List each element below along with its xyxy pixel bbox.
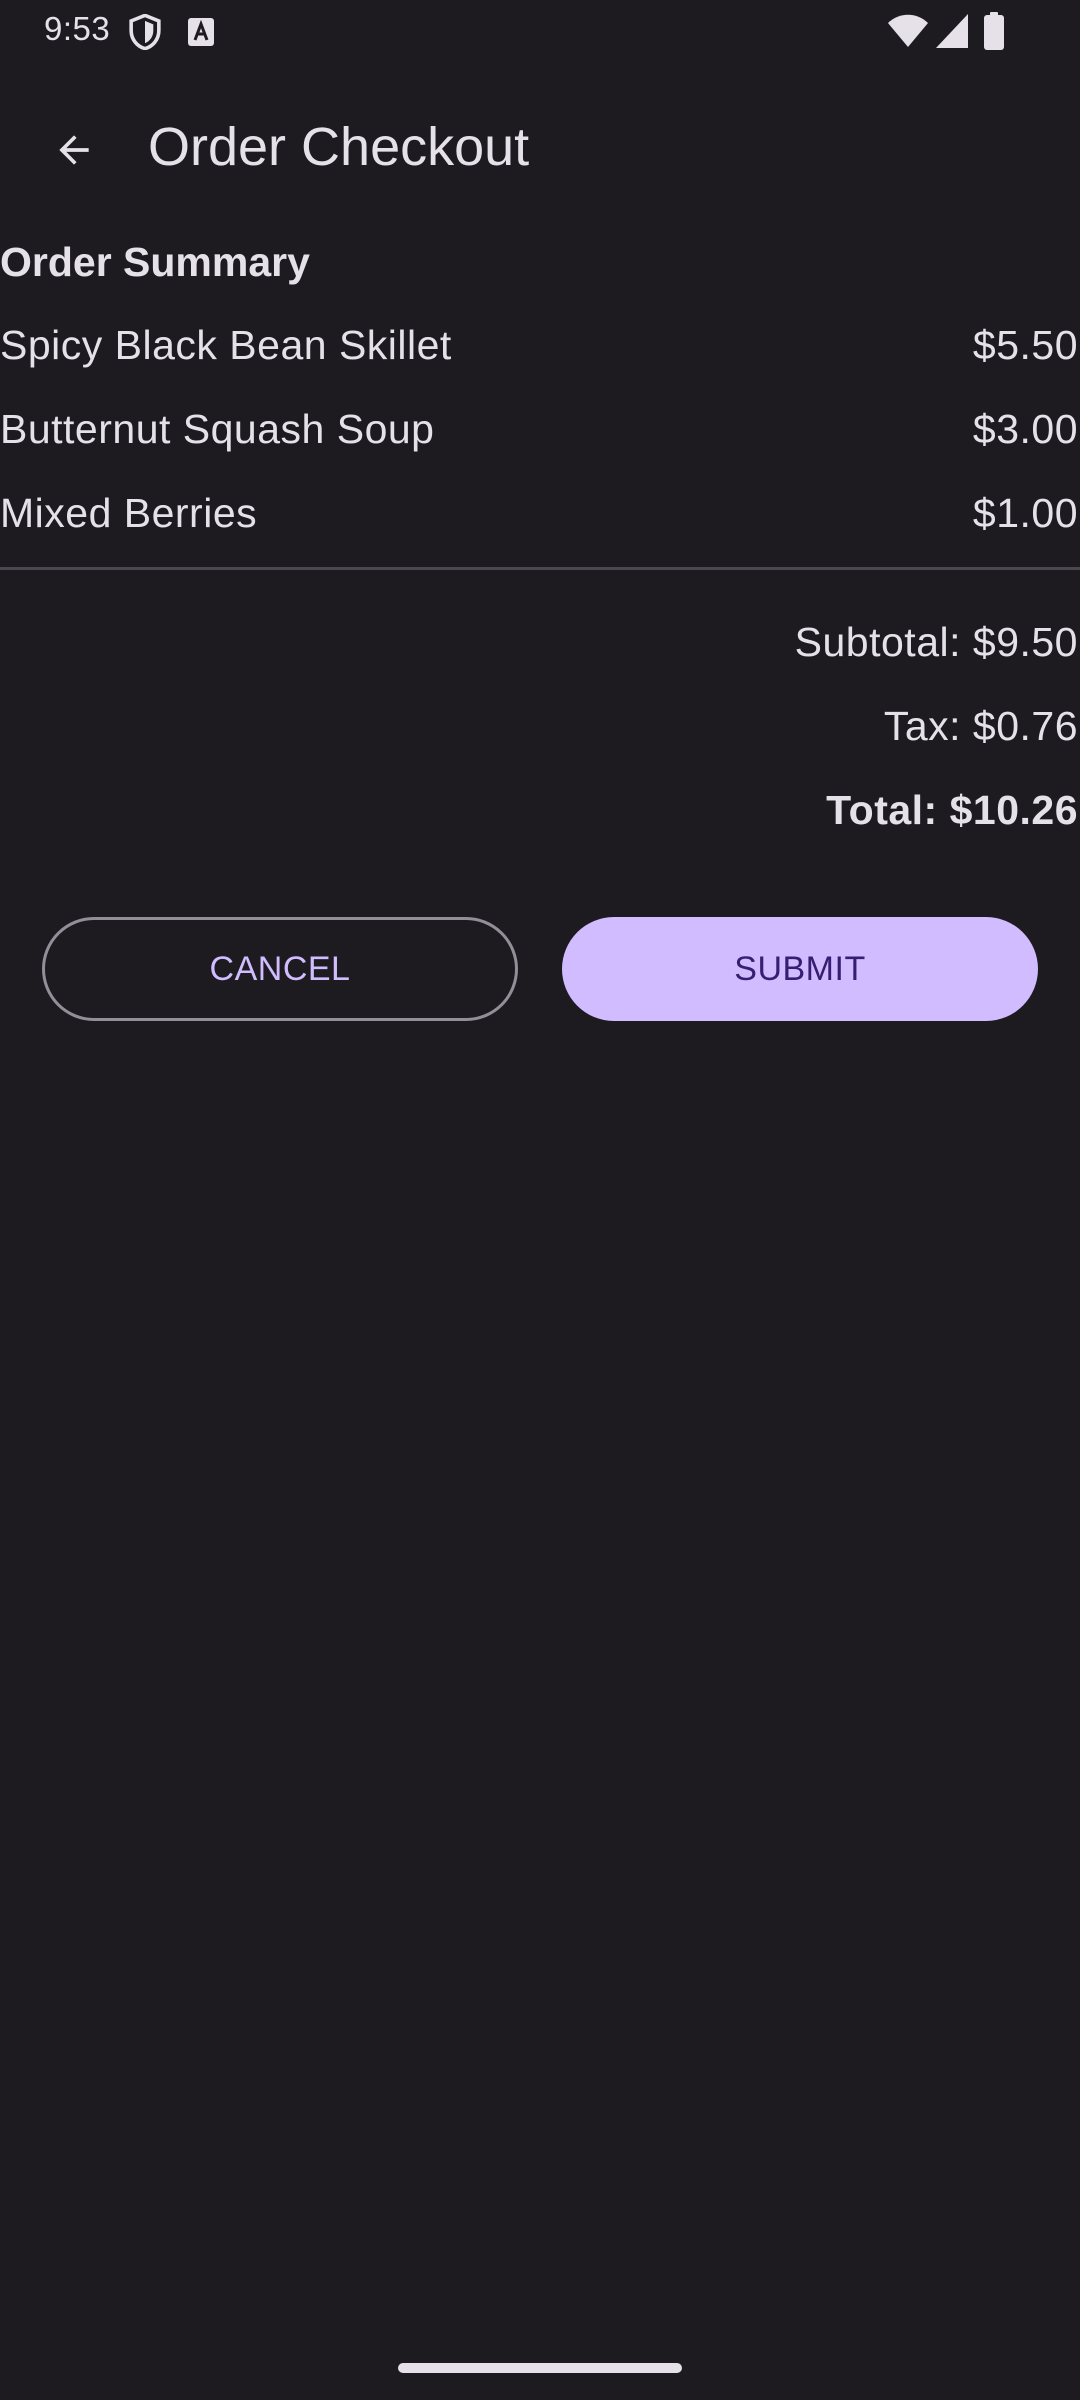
shield-icon [129,14,161,50]
battery-icon [984,12,1004,50]
order-item: Mixed Berries $1.00 [0,482,1080,544]
top-app-bar: Order Checkout [0,62,1080,230]
submit-button[interactable]: SUBMIT [562,917,1038,1021]
order-item-price: $3.00 [972,406,1078,452]
signal-icon [936,14,968,48]
divider [0,567,1080,570]
page-title: Order Checkout [148,117,530,177]
tax-text: Tax: $0.76 [883,703,1078,749]
order-item-name: Spicy Black Bean Skillet [0,322,452,368]
cancel-button[interactable]: CANCEL [42,917,518,1021]
gesture-nav-handle[interactable] [398,2363,682,2373]
order-item: Spicy Black Bean Skillet $5.50 [0,314,1080,376]
order-item-price: $1.00 [972,490,1078,536]
subtotal-text: Subtotal: $9.50 [794,619,1078,665]
order-item-price: $5.50 [972,322,1078,368]
status-time: 9:53 [44,10,111,47]
font-a-icon [188,18,214,46]
order-item-name: Mixed Berries [0,490,258,536]
status-bar: 9:53 [0,0,1080,62]
total-text: Total: $10.26 [826,787,1078,833]
order-item-name: Butternut Squash Soup [0,406,435,452]
order-summary-title: Order Summary [0,239,310,285]
back-button[interactable] [34,110,114,190]
order-item: Butternut Squash Soup $3.00 [0,398,1080,460]
wifi-icon [888,14,928,47]
arrow-back-icon [59,135,89,165]
